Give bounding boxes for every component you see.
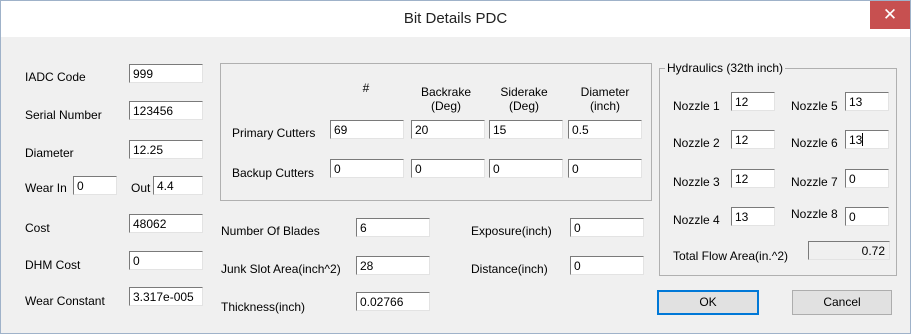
distance-input[interactable]: 0 <box>570 256 644 275</box>
cost-label: Cost <box>25 221 50 235</box>
nozzle-4-input[interactable]: 13 <box>731 207 775 226</box>
backup-diameter-input[interactable]: 0 <box>568 159 642 178</box>
primary-count-input[interactable]: 69 <box>330 120 404 139</box>
nozzle-5-input[interactable]: 13 <box>845 92 889 111</box>
nozzle-5-label: Nozzle 5 <box>791 99 838 113</box>
backup-backrake-input[interactable]: 0 <box>411 159 485 178</box>
nozzle-3-label: Nozzle 3 <box>673 175 720 189</box>
nozzle-8-input[interactable]: 0 <box>845 207 889 226</box>
nozzle-2-label: Nozzle 2 <box>673 136 720 150</box>
wear-constant-input[interactable]: 3.317e-005 <box>129 287 203 306</box>
primary-diameter-input[interactable]: 0.5 <box>568 120 642 139</box>
close-button[interactable]: ✕ <box>870 1 910 29</box>
exposure-input[interactable]: 0 <box>570 218 644 237</box>
header-backrake: Backrake (Deg) <box>420 85 472 113</box>
nozzle-6-value: 13 <box>849 133 863 147</box>
ok-button[interactable]: OK <box>657 290 759 315</box>
diameter-input[interactable]: 12.25 <box>129 140 203 159</box>
title-bar[interactable]: Bit Details PDC ✕ <box>1 1 910 37</box>
wear-in-label: Wear In <box>25 181 67 195</box>
dhm-cost-label: DHM Cost <box>25 258 81 272</box>
nozzle-7-input[interactable]: 0 <box>845 169 889 188</box>
header-count: # <box>362 81 370 95</box>
total-flow-area-label: Total Flow Area(in.^2) <box>673 249 789 263</box>
diameter-label: Diameter <box>25 146 74 160</box>
primary-cutters-label: Primary Cutters <box>232 126 316 140</box>
close-icon: ✕ <box>882 5 898 24</box>
nozzle-4-label: Nozzle 4 <box>673 213 720 227</box>
total-flow-area-value: 0.72 <box>808 241 890 260</box>
wear-constant-label: Wear Constant <box>25 294 105 308</box>
wear-out-input[interactable]: 4.4 <box>153 176 203 195</box>
wear-in-input[interactable]: 0 <box>73 176 117 195</box>
nozzle-2-input[interactable]: 12 <box>731 130 775 149</box>
hydraulics-title: Hydraulics (32th inch) <box>665 61 786 75</box>
cancel-button[interactable]: Cancel <box>792 290 892 315</box>
backup-siderake-input[interactable]: 0 <box>489 159 563 178</box>
serial-number-input[interactable]: 123456 <box>129 101 203 120</box>
dialog-window: Bit Details PDC ✕ IADC Code 999 Serial N… <box>0 0 911 334</box>
backup-cutters-label: Backup Cutters <box>232 166 315 180</box>
serial-number-label: Serial Number <box>25 108 102 122</box>
blades-input[interactable]: 6 <box>356 218 430 237</box>
nozzle-6-input[interactable]: 13 <box>845 130 889 149</box>
nozzle-3-input[interactable]: 12 <box>731 169 775 188</box>
cost-input[interactable]: 48062 <box>129 214 203 233</box>
thickness-input[interactable]: 0.02766 <box>356 292 430 311</box>
iadc-code-label: IADC Code <box>25 70 86 84</box>
distance-label: Distance(inch) <box>471 262 548 276</box>
dialog-title: Bit Details PDC <box>403 10 508 27</box>
junk-slot-input[interactable]: 28 <box>356 256 430 275</box>
header-siderake: Siderake (Deg) <box>500 85 548 113</box>
thickness-label: Thickness(inch) <box>221 300 306 314</box>
nozzle-8-label: Nozzle 8 <box>791 207 838 221</box>
nozzle-6-label: Nozzle 6 <box>791 136 838 150</box>
primary-backrake-input[interactable]: 20 <box>411 120 485 139</box>
primary-siderake-input[interactable]: 15 <box>489 120 563 139</box>
nozzle-1-label: Nozzle 1 <box>673 99 720 113</box>
backup-count-input[interactable]: 0 <box>330 159 404 178</box>
junk-slot-label: Junk Slot Area(inch^2) <box>221 262 341 276</box>
dhm-cost-input[interactable]: 0 <box>129 251 203 270</box>
nozzle-7-label: Nozzle 7 <box>791 175 838 189</box>
header-diameter: Diameter (inch) <box>580 85 630 113</box>
blades-label: Number Of Blades <box>221 224 320 238</box>
iadc-code-input[interactable]: 999 <box>129 64 203 83</box>
dialog-client-area: IADC Code 999 Serial Number 123456 Diame… <box>9 38 902 327</box>
wear-out-label: Out <box>131 181 151 195</box>
exposure-label: Exposure(inch) <box>471 224 552 238</box>
text-caret <box>862 133 864 146</box>
nozzle-1-input[interactable]: 12 <box>731 92 775 111</box>
